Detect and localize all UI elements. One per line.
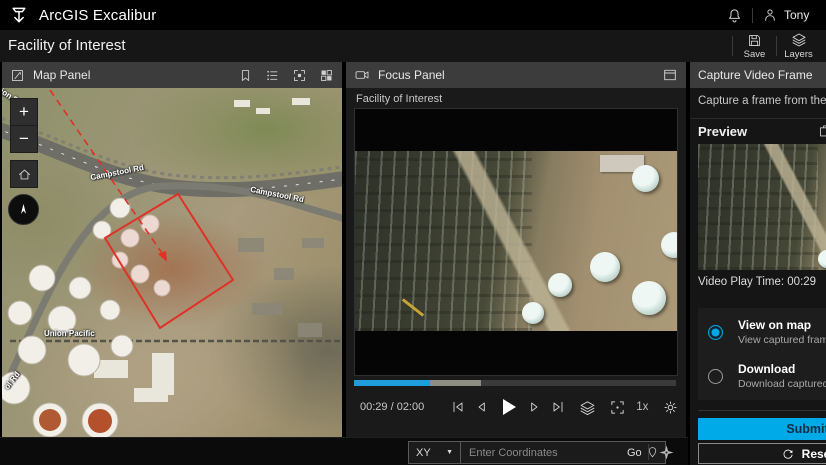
compass-button[interactable]	[8, 194, 39, 225]
chevron-down-icon: ▼	[446, 449, 453, 456]
divider	[690, 118, 826, 119]
coordinate-bar: XY ▼ Go	[0, 437, 688, 465]
submit-button[interactable]: Submit	[698, 418, 826, 440]
excalibur-logo-icon	[9, 5, 29, 25]
header-divider	[752, 8, 753, 23]
preview-tank	[818, 250, 826, 268]
layers-button[interactable]: Layers	[777, 32, 820, 60]
coordinate-bar-divider	[648, 444, 649, 460]
basemap-grid-icon[interactable]	[319, 68, 334, 83]
capture-description: Capture a frame from the video focus pan…	[698, 95, 826, 107]
layers-label: Layers	[784, 49, 813, 60]
option-view-label: View on map	[738, 318, 826, 332]
preview-label: Preview	[698, 124, 747, 139]
notifications-bell-icon[interactable]	[726, 7, 743, 24]
capture-panel-header: Capture Video Frame	[690, 62, 826, 88]
panel-layout-icon[interactable]	[662, 67, 678, 83]
video-frame	[355, 151, 677, 331]
video-tank	[632, 281, 666, 315]
option-download-label: Download	[738, 362, 826, 376]
video-tank	[590, 252, 620, 282]
expand-extent-icon[interactable]	[292, 68, 307, 83]
map-panel-header: Map Panel	[2, 62, 342, 88]
zoom-out-button[interactable]: −	[10, 125, 38, 153]
radio-unselected-icon[interactable]	[708, 369, 723, 384]
app-title: ArcGIS Excalibur	[39, 7, 156, 24]
home-extent-button[interactable]	[10, 160, 38, 188]
skip-to-end-button[interactable]	[550, 399, 566, 415]
coordinate-group: XY ▼ Go	[408, 441, 666, 464]
preview-expand-icon[interactable]	[818, 124, 826, 144]
zoom-in-button[interactable]: +	[10, 98, 38, 126]
bookmark-icon[interactable]	[238, 68, 253, 83]
legend-list-icon[interactable]	[265, 68, 280, 83]
page-title: Facility of Interest	[8, 37, 126, 54]
compass-rose-button[interactable]	[656, 442, 676, 462]
capture-panel-title: Capture Video Frame	[698, 68, 813, 82]
video-progress-bar[interactable]	[354, 380, 676, 386]
user-menu[interactable]: Tony	[762, 7, 809, 23]
divider	[698, 410, 826, 411]
settings-gear-icon[interactable]	[662, 399, 679, 416]
app-header: ArcGIS Excalibur Tony	[0, 0, 826, 31]
focus-panel-title: Focus Panel	[378, 68, 445, 82]
coordinate-input[interactable]	[461, 442, 625, 463]
step-back-button[interactable]	[473, 399, 489, 415]
progress-buffered	[430, 380, 481, 386]
person-icon	[762, 7, 778, 23]
option-view-on-map[interactable]: View on map View captured frame in the m…	[708, 318, 826, 346]
capture-video-frame-panel: Capture Video Frame Capture a frame from…	[688, 62, 826, 465]
reset-button[interactable]: Reset	[698, 443, 826, 464]
option-view-desc: View captured frame in the map	[738, 334, 826, 346]
save-label: Save	[744, 49, 766, 60]
map-view[interactable]: Union Pacific Campstool Rd Campstool Rd …	[2, 88, 342, 437]
map-label-railroad-center: Union Pacific	[44, 329, 95, 338]
video-controls: 00:29 / 02:00	[346, 390, 686, 424]
video-time: 00:29 / 02:00	[360, 401, 424, 413]
reset-label: Reset	[802, 447, 826, 461]
progress-played	[354, 380, 430, 386]
coordinate-format-value: XY	[416, 447, 431, 459]
map-panel-title: Map Panel	[33, 68, 90, 82]
capture-options: View on map View captured frame in the m…	[698, 308, 826, 400]
preview-road	[698, 144, 826, 270]
compass-rose-icon	[658, 444, 675, 461]
video-viewport[interactable]	[354, 108, 678, 376]
focus-panel: Focus Panel Facility of Interest	[346, 62, 686, 437]
page-toolbar: Facility of Interest Save Layers	[0, 30, 826, 62]
video-layers-button[interactable]	[579, 399, 596, 416]
video-play-time: Video Play Time: 00:29	[698, 276, 816, 288]
go-button[interactable]: Go	[625, 447, 646, 459]
save-floppy-icon	[747, 33, 762, 48]
compass-needle-icon	[16, 202, 31, 217]
coordinate-format-dropdown[interactable]: XY ▼	[409, 442, 461, 463]
preview-image	[698, 144, 826, 270]
video-road	[355, 151, 677, 331]
arcgis-excalibur-app: ArcGIS Excalibur Tony Facility of Intere…	[0, 0, 826, 465]
map-panel-icon	[10, 68, 25, 83]
map-artwork	[2, 88, 342, 437]
step-forward-button[interactable]	[527, 399, 543, 415]
play-button[interactable]	[496, 395, 520, 419]
save-button[interactable]: Save	[733, 33, 776, 60]
video-title: Facility of Interest	[356, 93, 442, 105]
option-download-desc: Download captured frame as an image	[738, 378, 826, 390]
reset-icon	[781, 447, 795, 461]
option-download[interactable]: Download Download captured frame as an i…	[708, 362, 826, 390]
user-name: Tony	[784, 8, 809, 22]
video-camera-icon	[354, 67, 370, 83]
focus-panel-header: Focus Panel	[346, 62, 686, 88]
home-icon	[17, 167, 32, 182]
skip-to-start-button[interactable]	[450, 399, 466, 415]
playback-speed[interactable]: 1x	[636, 401, 648, 413]
map-panel: Map Panel	[2, 62, 342, 437]
radio-selected-icon[interactable]	[708, 325, 723, 340]
frame-extent-button[interactable]	[609, 399, 626, 416]
layers-icon	[791, 32, 807, 48]
